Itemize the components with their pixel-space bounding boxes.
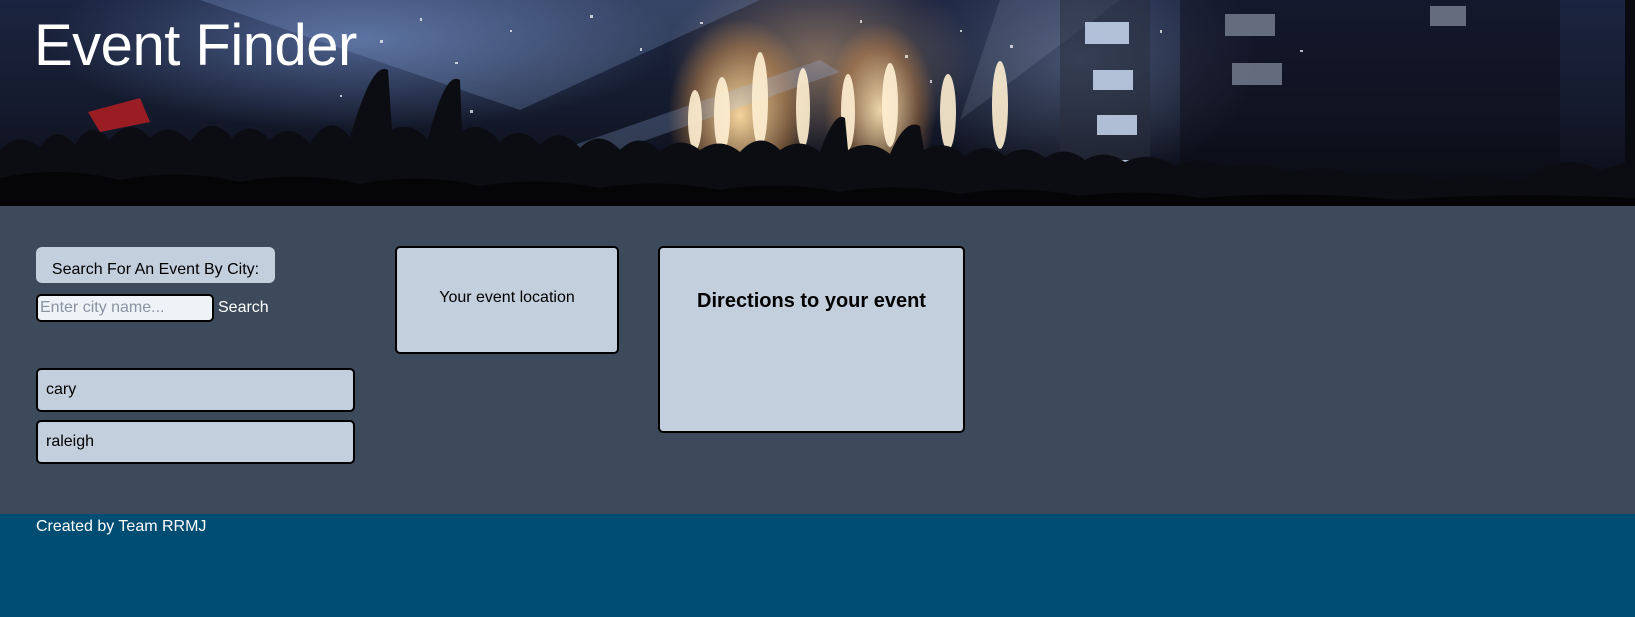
search-label: Search For An Event By City:	[36, 247, 275, 283]
directions-title: Directions to your event	[697, 290, 926, 312]
footer-credit: Created by Team RRMJ	[36, 518, 207, 535]
event-location-panel: Your event location	[395, 246, 619, 354]
main-content: Search For An Event By City: Search cary…	[0, 206, 1635, 514]
directions-panel: Directions to your event	[658, 246, 965, 433]
history-item-raleigh[interactable]: raleigh	[36, 420, 355, 464]
hero-banner: Event Finder	[0, 0, 1635, 206]
footer: Created by Team RRMJ	[0, 514, 1635, 617]
search-button[interactable]: Search	[218, 296, 269, 320]
event-location-text: Your event location	[439, 289, 575, 306]
city-search-input[interactable]	[36, 294, 214, 322]
history-item-cary[interactable]: cary	[36, 368, 355, 412]
search-history-list: cary raleigh	[36, 368, 355, 472]
page-title: Event Finder	[34, 13, 357, 78]
